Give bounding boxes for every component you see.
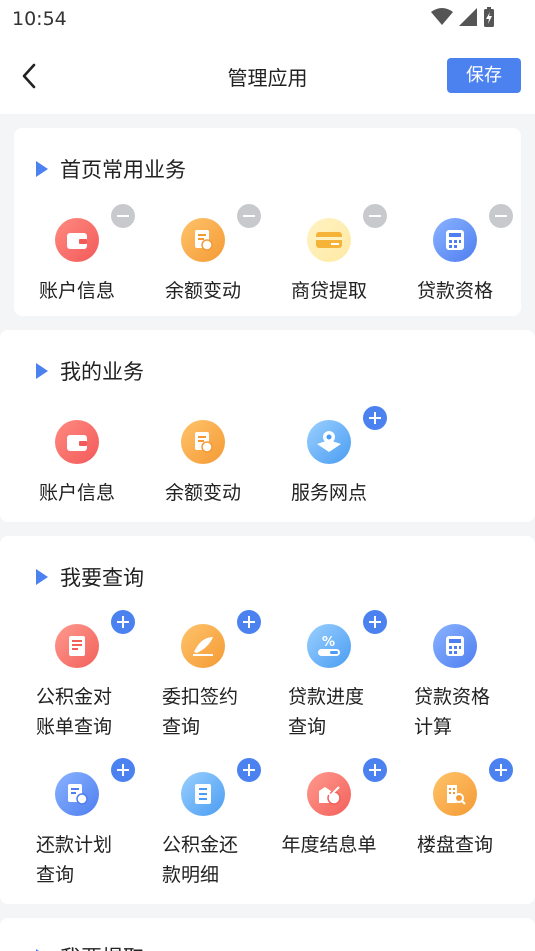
app-item-balance-change[interactable]: 余额变动	[140, 420, 266, 508]
app-item-balance-change[interactable]: 余额变动	[140, 204, 266, 306]
wallet-icon	[55, 204, 135, 262]
app-item-fund-statement-query[interactable]: 公积金对 账单查询	[14, 610, 140, 742]
add-icon[interactable]	[237, 758, 261, 782]
signal-icon	[459, 8, 477, 26]
remove-icon[interactable]	[237, 204, 261, 228]
wifi-icon	[431, 8, 453, 25]
add-icon[interactable]	[237, 610, 261, 634]
add-icon[interactable]	[111, 610, 135, 634]
section-title: 我要查询	[36, 562, 144, 592]
app-item-service-outlets[interactable]: 服务网点	[266, 406, 392, 508]
add-icon[interactable]	[363, 610, 387, 634]
triangle-marker-icon	[36, 569, 48, 585]
annual-interest-icon	[307, 758, 387, 816]
sign-pen-icon	[181, 610, 261, 668]
repayment-detail-icon	[181, 758, 261, 816]
building-search-icon	[433, 758, 513, 816]
remove-icon[interactable]	[363, 204, 387, 228]
section-title: 首页常用业务	[36, 154, 186, 184]
section-card-query: 我要查询 公积金对 账单查询 委扣签约 查询 % 贷款进度 查询 贷款资格 计算…	[0, 536, 535, 904]
add-icon[interactable]	[489, 758, 513, 782]
app-item-loan-progress-query[interactable]: % 贷款进度 查询	[266, 610, 392, 742]
app-item-loan-eligibility-calc[interactable]: 贷款资格 计算	[392, 624, 518, 742]
app-item-property-query[interactable]: 楼盘查询	[392, 758, 518, 860]
save-button[interactable]: 保存	[447, 58, 521, 93]
app-item-commercial-loan-withdraw[interactable]: 商贷提取	[266, 204, 392, 306]
remove-icon[interactable]	[111, 204, 135, 228]
app-item-loan-eligibility[interactable]: 贷款资格	[392, 204, 518, 306]
section-card-my-business: 我的业务 账户信息 余额变动 服务网点	[0, 330, 535, 522]
section-title: 我的业务	[36, 356, 144, 386]
repayment-plan-icon	[55, 758, 135, 816]
app-item-repayment-detail[interactable]: 公积金还 款明细	[140, 758, 266, 890]
app-item-annual-interest-statement[interactable]: 年度结息单	[266, 758, 392, 860]
add-icon[interactable]	[363, 406, 387, 430]
remove-icon[interactable]	[489, 204, 513, 228]
wallet-icon	[55, 420, 99, 464]
battery-icon	[484, 7, 494, 27]
status-time: 10:54	[12, 8, 67, 30]
triangle-marker-icon	[36, 363, 48, 379]
balance-doc-icon	[181, 204, 261, 262]
section-title: 我要提取	[36, 942, 144, 951]
status-icons	[431, 7, 495, 27]
app-item-account-info[interactable]: 账户信息	[14, 204, 140, 306]
app-item-account-info[interactable]: 账户信息	[14, 420, 140, 508]
status-bar: 10:54	[0, 0, 535, 38]
app-item-repayment-plan-query[interactable]: 还款计划 查询	[14, 758, 140, 890]
statement-icon	[55, 610, 135, 668]
add-icon[interactable]	[363, 758, 387, 782]
calculator-icon	[433, 204, 513, 262]
balance-doc-icon	[181, 420, 225, 464]
section-card-home-frequent: 首页常用业务 账户信息 余额变动 商贷提取 贷款资格	[14, 128, 521, 316]
map-location-icon	[307, 406, 387, 464]
svg-text:%: %	[322, 635, 335, 650]
triangle-marker-icon	[36, 161, 48, 177]
app-item-entrusted-deduction-query[interactable]: 委扣签约 查询	[140, 610, 266, 742]
card-icon	[307, 204, 387, 262]
section-card-withdraw: 我要提取	[0, 918, 535, 951]
nav-bar: 管理应用 保存	[0, 38, 535, 114]
add-icon[interactable]	[111, 758, 135, 782]
calculator-icon	[433, 624, 477, 668]
percent-progress-icon: %	[307, 610, 387, 668]
